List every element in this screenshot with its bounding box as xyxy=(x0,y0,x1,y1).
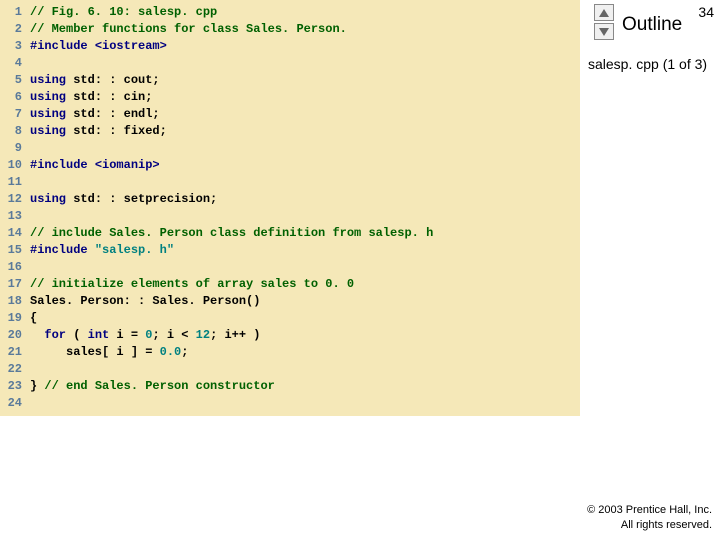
code-line: 8using std: : fixed; xyxy=(0,123,580,140)
line-number: 14 xyxy=(0,225,30,242)
code-line: 14// include Sales. Person class definit… xyxy=(0,225,580,242)
copyright-line2: All rights reserved. xyxy=(621,519,712,531)
code-line: 5using std: : cout; xyxy=(0,72,580,89)
code-line: 16 xyxy=(0,259,580,276)
line-number: 17 xyxy=(0,276,30,293)
code-content: } // end Sales. Person constructor xyxy=(30,378,580,395)
code-line: 11 xyxy=(0,174,580,191)
line-number: 2 xyxy=(0,21,30,38)
line-number: 7 xyxy=(0,106,30,123)
copyright-line1: © 2003 Prentice Hall, Inc. xyxy=(587,504,712,516)
code-line: 7using std: : endl; xyxy=(0,106,580,123)
prev-slide-icon[interactable] xyxy=(594,4,614,21)
code-line: 24 xyxy=(0,395,580,412)
line-number: 10 xyxy=(0,157,30,174)
outline-title: Outline xyxy=(622,14,682,36)
line-number: 5 xyxy=(0,72,30,89)
code-line: 18Sales. Person: : Sales. Person() xyxy=(0,293,580,310)
code-content: using std: : fixed; xyxy=(30,123,580,140)
line-number: 12 xyxy=(0,191,30,208)
code-line: 22 xyxy=(0,361,580,378)
line-number: 20 xyxy=(0,327,30,344)
line-number: 4 xyxy=(0,55,30,72)
line-number: 8 xyxy=(0,123,30,140)
code-content: using std: : cin; xyxy=(30,89,580,106)
line-number: 21 xyxy=(0,344,30,361)
code-content: using std: : cout; xyxy=(30,72,580,89)
code-line: 17// initialize elements of array sales … xyxy=(0,276,580,293)
code-line: 3#include <iostream> xyxy=(0,38,580,55)
line-number: 19 xyxy=(0,310,30,327)
code-line: 13 xyxy=(0,208,580,225)
code-line: 9 xyxy=(0,140,580,157)
code-content: #include <iomanip> xyxy=(30,157,580,174)
line-number: 16 xyxy=(0,259,30,276)
code-line: 10#include <iomanip> xyxy=(0,157,580,174)
line-number: 23 xyxy=(0,378,30,395)
code-line: 21 sales[ i ] = 0.0; xyxy=(0,344,580,361)
code-content: // Member functions for class Sales. Per… xyxy=(30,21,580,38)
code-content: using std: : endl; xyxy=(30,106,580,123)
copyright: © 2003 Prentice Hall, Inc. All rights re… xyxy=(587,503,712,532)
code-block: 1// Fig. 6. 10: salesp. cpp2// Member fu… xyxy=(0,0,580,416)
code-content: Sales. Person: : Sales. Person() xyxy=(30,293,580,310)
code-line: 4 xyxy=(0,55,580,72)
code-line: 19{ xyxy=(0,310,580,327)
line-number: 18 xyxy=(0,293,30,310)
line-number: 6 xyxy=(0,89,30,106)
code-content: // Fig. 6. 10: salesp. cpp xyxy=(30,4,580,21)
code-line: 12using std: : setprecision; xyxy=(0,191,580,208)
line-number: 24 xyxy=(0,395,30,412)
code-content: #include "salesp. h" xyxy=(30,242,580,259)
code-line: 20 for ( int i = 0; i < 12; i++ ) xyxy=(0,327,580,344)
code-line: 1// Fig. 6. 10: salesp. cpp xyxy=(0,4,580,21)
code-line: 15#include "salesp. h" xyxy=(0,242,580,259)
code-line: 2// Member functions for class Sales. Pe… xyxy=(0,21,580,38)
code-content: { xyxy=(30,310,580,327)
code-line: 6using std: : cin; xyxy=(0,89,580,106)
code-content: #include <iostream> xyxy=(30,38,580,55)
nav-icons xyxy=(594,4,614,42)
line-number: 1 xyxy=(0,4,30,21)
line-number: 13 xyxy=(0,208,30,225)
code-content: using std: : setprecision; xyxy=(30,191,580,208)
line-number: 11 xyxy=(0,174,30,191)
code-content: for ( int i = 0; i < 12; i++ ) xyxy=(30,327,580,344)
code-content: // initialize elements of array sales to… xyxy=(30,276,580,293)
page-number: 34 xyxy=(698,4,714,20)
line-number: 15 xyxy=(0,242,30,259)
line-number: 22 xyxy=(0,361,30,378)
next-slide-icon[interactable] xyxy=(594,23,614,40)
code-content: // include Sales. Person class definitio… xyxy=(30,225,580,242)
code-line: 23} // end Sales. Person constructor xyxy=(0,378,580,395)
line-number: 3 xyxy=(0,38,30,55)
code-content: sales[ i ] = 0.0; xyxy=(30,344,580,361)
file-subtitle: salesp. cpp (1 of 3) xyxy=(588,56,707,72)
line-number: 9 xyxy=(0,140,30,157)
